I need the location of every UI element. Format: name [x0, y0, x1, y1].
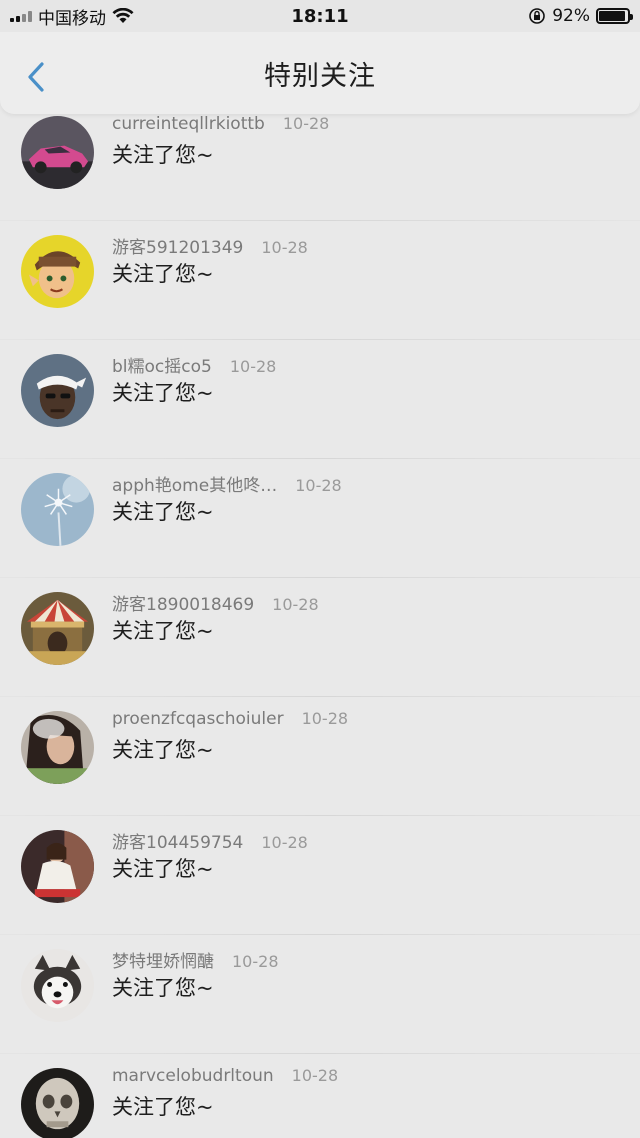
date-label: 10-28	[261, 238, 308, 257]
avatar[interactable]	[21, 1068, 94, 1138]
username[interactable]: curreinteqllrkiottb	[112, 114, 265, 134]
avatar[interactable]	[21, 949, 94, 1022]
avatar[interactable]	[21, 354, 94, 427]
status-left: 中国移动	[10, 4, 134, 29]
username[interactable]: 游客1890018469	[112, 590, 254, 615]
list-item[interactable]: proenzfcqaschoiuler 10-28 关注了您~	[0, 697, 640, 816]
notification-list[interactable]: curreinteqllrkiottb 10-28 关注了您~ 游客591201…	[0, 114, 640, 1138]
battery-icon	[596, 8, 633, 24]
name-line: 游客104459754 10-28	[112, 828, 308, 853]
dandelion-sky-avatar	[21, 473, 94, 546]
date-label: 10-28	[282, 114, 330, 133]
notification-message: 关注了您~	[112, 381, 214, 405]
notification-message: 关注了您~	[112, 619, 214, 643]
status-bar: 中国移动 18:11 92%	[0, 0, 640, 32]
avatar[interactable]	[21, 830, 94, 903]
username[interactable]: proenzfcqaschoiuler	[112, 709, 284, 729]
date-label: 10-28	[272, 595, 319, 614]
name-line: bl糯oc摇co5 10-28	[112, 352, 276, 377]
notification-message: 关注了您~	[112, 857, 214, 881]
list-item[interactable]: marvcelobudrltoun 10-28 关注了您~	[0, 1054, 640, 1138]
back-button[interactable]	[22, 60, 50, 94]
date-label: 10-28	[229, 357, 277, 376]
username[interactable]: apph艳ome其他咚…	[112, 471, 277, 496]
avatar[interactable]	[21, 116, 94, 189]
list-item[interactable]: apph艳ome其他咚… 10-28 关注了您~	[0, 459, 640, 578]
wifi-icon	[112, 8, 134, 23]
notification-message: 关注了您~	[112, 738, 214, 762]
date-label: 10-28	[295, 476, 342, 495]
notification-message: 关注了您~	[112, 500, 214, 524]
man-with-bandana-avatar	[21, 354, 94, 427]
name-line: apph艳ome其他咚… 10-28	[112, 471, 342, 496]
name-line: marvcelobudrltoun 10-28	[112, 1066, 338, 1086]
avatar[interactable]	[21, 235, 94, 308]
cartoon-character-avatar	[21, 235, 94, 308]
carousel-avatar	[21, 592, 94, 665]
signal-icon	[10, 10, 32, 22]
username[interactable]: 游客591201349	[112, 233, 243, 258]
date-label: 10-28	[301, 709, 349, 728]
battery-percent: 92%	[552, 6, 590, 26]
username[interactable]: 梦特埋娇惘醣	[112, 947, 214, 972]
carrier-label: 中国移动	[38, 8, 106, 29]
name-line: 梦特埋娇惘醣 10-28	[112, 947, 279, 972]
husky-dog-avatar	[21, 949, 94, 1022]
skull-sculpture-avatar	[21, 1068, 94, 1138]
list-item[interactable]: bl糯oc摇co5 10-28 关注了您~	[0, 340, 640, 459]
rotation-lock-icon	[529, 8, 546, 24]
status-right: 92%	[528, 6, 633, 26]
name-line: curreinteqllrkiottb 10-28	[112, 114, 329, 134]
list-item[interactable]: 游客104459754 10-28 关注了您~	[0, 816, 640, 935]
girl-in-white-avatar	[21, 830, 94, 903]
name-line: 游客591201349 10-28	[112, 233, 308, 258]
list-item[interactable]: 游客1890018469 10-28 关注了您~	[0, 578, 640, 697]
page-title: 特别关注	[264, 60, 376, 92]
notification-message: 关注了您~	[112, 262, 214, 286]
name-line: proenzfcqaschoiuler 10-28	[112, 709, 348, 729]
list-item[interactable]: 梦特埋娇惘醣 10-28 关注了您~	[0, 935, 640, 1054]
avatar[interactable]	[21, 473, 94, 546]
date-label: 10-28	[291, 1066, 339, 1085]
username[interactable]: marvcelobudrltoun	[112, 1066, 274, 1086]
list-item[interactable]: curreinteqllrkiottb 10-28 关注了您~	[0, 114, 640, 221]
list-item[interactable]: 游客591201349 10-28 关注了您~	[0, 221, 640, 340]
username[interactable]: bl糯oc摇co5	[112, 352, 212, 377]
date-label: 10-28	[232, 952, 279, 971]
notification-message: 关注了您~	[112, 1095, 214, 1119]
navigation-bar: 特别关注	[0, 32, 640, 114]
avatar[interactable]	[21, 711, 94, 784]
name-line: 游客1890018469 10-28	[112, 590, 319, 615]
smoking-girl-avatar	[21, 711, 94, 784]
username[interactable]: 游客104459754	[112, 828, 243, 853]
date-label: 10-28	[261, 833, 308, 852]
avatar[interactable]	[21, 592, 94, 665]
chevron-left-icon	[28, 62, 44, 92]
notification-message: 关注了您~	[112, 976, 214, 1000]
pink-sports-car-avatar	[21, 116, 94, 189]
notification-message: 关注了您~	[112, 143, 214, 167]
